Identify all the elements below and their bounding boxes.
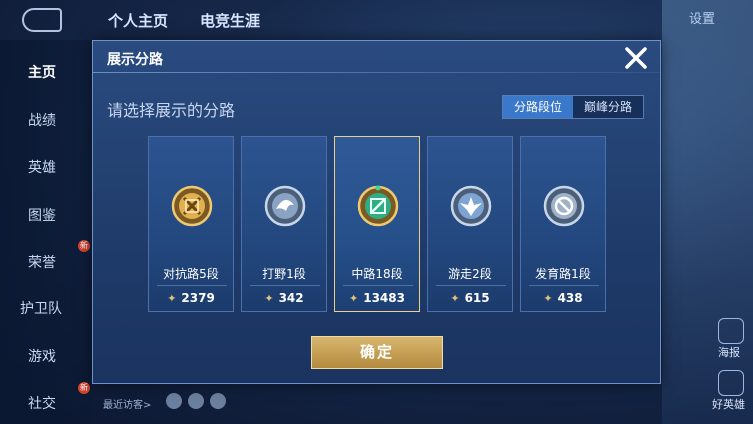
nav-item-codex[interactable]: 图鉴 <box>28 205 56 225</box>
dialog-title: 展示分路 <box>107 52 163 68</box>
social-new-badge: 新 <box>78 382 90 394</box>
good-hero-label: 好英雄 <box>712 398 745 411</box>
rank-points-icon: ✦ <box>543 292 553 305</box>
card-divider <box>250 285 320 286</box>
lane-card-jungle[interactable]: 打野1段 ✦ 342 <box>241 136 327 312</box>
good-hero-icon[interactable] <box>718 370 744 396</box>
clash-lane-emblem-icon <box>171 185 213 227</box>
lane-display-dialog: 展示分路 请选择展示的分路 分路段位 巅峰分路 对抗路5段 ✦ 2379 打野1… <box>92 40 661 384</box>
lane-name: 发育路1段 <box>535 267 591 281</box>
tab-profile[interactable]: 个人主页 <box>108 10 168 31</box>
nav-item-home[interactable]: 主页 <box>28 62 56 82</box>
visitor-avatar[interactable] <box>210 393 226 409</box>
lane-points: ✦ 13483 <box>335 291 419 305</box>
card-divider <box>157 285 227 286</box>
roam-emblem-icon <box>450 185 492 227</box>
right-side-panel: 海报 好英雄 <box>662 0 753 424</box>
close-button[interactable] <box>623 45 649 71</box>
nav-item-games[interactable]: 游戏 <box>28 346 56 366</box>
rank-points-icon: ✦ <box>450 292 460 305</box>
nav-item-honor[interactable]: 荣誉 <box>28 252 56 272</box>
visitor-avatar[interactable] <box>166 393 182 409</box>
lane-card-clash[interactable]: 对抗路5段 ✦ 2379 <box>148 136 234 312</box>
lane-points: ✦ 342 <box>242 291 326 305</box>
dialog-subtitle: 请选择展示的分路 <box>107 101 236 120</box>
jungle-emblem-icon <box>264 185 306 227</box>
rank-type-toggle: 分路段位 巅峰分路 <box>502 95 644 119</box>
mid-lane-emblem-icon <box>357 185 399 227</box>
poster-label: 海报 <box>718 346 740 359</box>
points-value: 2379 <box>181 291 215 305</box>
nav-item-social[interactable]: 社交 <box>28 393 56 413</box>
points-value: 13483 <box>363 291 405 305</box>
rank-points-icon: ✦ <box>167 292 177 305</box>
toggle-peak-lane[interactable]: 巅峰分路 <box>573 96 643 118</box>
points-value: 342 <box>278 291 304 305</box>
confirm-button[interactable]: 确定 <box>311 336 443 369</box>
top-bar: 个人主页 电竞生涯 设置 <box>0 0 753 38</box>
recent-visitors-link[interactable]: 最近访客> <box>103 396 151 411</box>
farm-lane-emblem-icon <box>543 185 585 227</box>
toggle-lane-rank[interactable]: 分路段位 <box>503 96 573 118</box>
lane-name: 游走2段 <box>448 267 492 281</box>
card-divider <box>436 285 506 286</box>
lane-card-mid[interactable]: 中路18段 ✦ 13483 <box>334 136 420 312</box>
rank-points-icon: ✦ <box>264 292 274 305</box>
back-button[interactable] <box>22 8 62 32</box>
lane-points: ✦ 2379 <box>149 291 233 305</box>
left-nav: 主页 战绩 英雄 图鉴 荣誉 新 护卫队 游戏 社交 新 <box>0 40 92 424</box>
lane-card-farm[interactable]: 发育路1段 ✦ 438 <box>520 136 606 312</box>
lane-name: 打野1段 <box>262 267 306 281</box>
title-divider <box>93 72 660 73</box>
nav-item-record[interactable]: 战绩 <box>28 110 56 130</box>
lane-points: ✦ 438 <box>521 291 605 305</box>
lane-card-list: 对抗路5段 ✦ 2379 打野1段 ✦ 342 中路18段 ✦ 13483 游走… <box>148 136 608 314</box>
nav-item-guard-team[interactable]: 护卫队 <box>20 298 62 318</box>
lane-name: 对抗路5段 <box>163 267 219 281</box>
points-value: 438 <box>557 291 583 305</box>
points-value: 615 <box>464 291 490 305</box>
poster-icon[interactable] <box>718 318 744 344</box>
nav-item-heroes[interactable]: 英雄 <box>28 157 56 177</box>
tab-esports-career[interactable]: 电竞生涯 <box>200 10 260 31</box>
lane-name: 中路18段 <box>351 267 403 281</box>
honor-new-badge: 新 <box>78 240 90 252</box>
visitor-avatar[interactable] <box>188 393 204 409</box>
rank-points-icon: ✦ <box>349 292 359 305</box>
card-divider <box>343 285 413 286</box>
lane-points: ✦ 615 <box>428 291 512 305</box>
lane-card-roam[interactable]: 游走2段 ✦ 615 <box>427 136 513 312</box>
close-icon <box>625 47 647 69</box>
card-divider <box>529 285 599 286</box>
